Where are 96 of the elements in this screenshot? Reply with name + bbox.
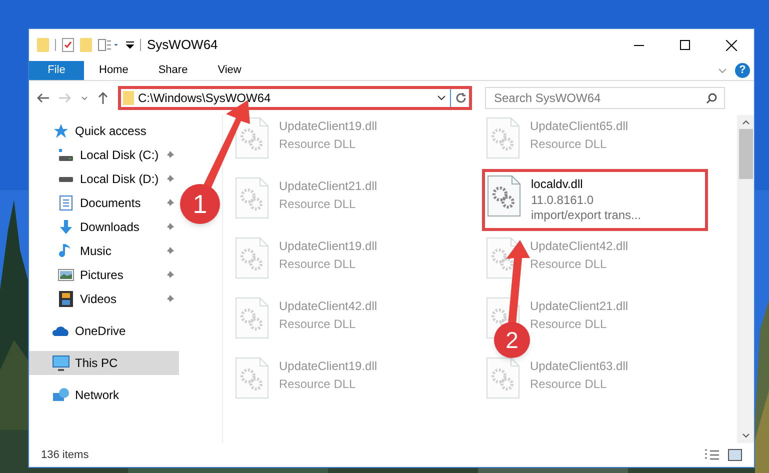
pin-icon — [165, 222, 175, 232]
sidebar-label: Pictures — [80, 267, 124, 284]
sidebar-label: Music — [80, 243, 112, 260]
dll-file-icon — [235, 237, 269, 279]
file-name: localdv.dll — [531, 176, 584, 193]
sidebar-label: Local Disk (D:) — [80, 171, 159, 188]
scrollbar[interactable] — [737, 115, 754, 443]
file-detail: Resource DLL — [279, 256, 357, 273]
details-view-icon[interactable] — [704, 449, 720, 461]
up-arrow-icon[interactable] — [98, 92, 108, 104]
sidebar-item[interactable]: Network — [29, 383, 179, 407]
file-name: UpdateClient19.dll — [279, 238, 378, 255]
file-detail: import/export trans... — [531, 208, 642, 223]
dll-file-icon — [486, 357, 520, 399]
close-icon[interactable] — [726, 40, 736, 50]
drive-icon — [59, 176, 73, 182]
pictures-icon — [58, 268, 74, 282]
pin-icon — [165, 150, 175, 160]
file-detail: Resource DLL — [279, 196, 357, 213]
large-icons-view-icon[interactable] — [728, 449, 742, 461]
dll-file-icon — [235, 357, 269, 399]
file-detail: Resource DLL — [530, 136, 608, 153]
item-count: 136 items — [41, 448, 89, 463]
sidebar-label: Downloads — [80, 219, 140, 236]
window-title: SysWOW64 — [147, 36, 218, 54]
network-icon — [52, 387, 70, 403]
address-path: C:\Windows\SysWOW64 — [138, 90, 271, 107]
file-name: UpdateClient63.dll — [530, 358, 628, 375]
cloud-icon — [52, 325, 70, 337]
sidebar-label: Local Disk (C:) — [80, 147, 159, 164]
view-icon[interactable] — [98, 39, 120, 51]
star-icon — [53, 123, 69, 139]
sidebar-item[interactable]: This PC — [29, 351, 179, 375]
file-detail: Resource DLL — [279, 136, 357, 153]
file-detail: 11.0.8161.0 — [531, 193, 595, 208]
chevron-down-icon[interactable] — [437, 95, 446, 101]
back-arrow-icon[interactable] — [37, 93, 49, 103]
file-detail: Resource DLL — [530, 256, 608, 273]
file-name: UpdateClient42.dll — [530, 238, 628, 255]
sidebar-item[interactable]: Downloads — [29, 215, 179, 239]
sidebar-label: Videos — [80, 291, 116, 308]
pin-icon — [165, 198, 175, 208]
drive-icon — [59, 149, 73, 161]
scrollbar-thumb[interactable] — [738, 129, 752, 179]
file-detail: Resource DLL — [530, 376, 608, 393]
file-name: UpdateClient65.dll — [530, 118, 628, 135]
film-icon — [59, 291, 73, 307]
chevron-up-icon[interactable] — [742, 119, 750, 125]
ribbon-tab[interactable]: Share — [143, 61, 203, 80]
properties-icon[interactable] — [62, 38, 74, 52]
dll-file-icon — [235, 177, 269, 219]
file-name: UpdateClient42.dll — [279, 298, 378, 315]
sidebar-item[interactable]: Quick access — [29, 119, 179, 143]
address-bar[interactable]: C:\Windows\SysWOW64 — [118, 86, 472, 110]
sidebar-label: OneDrive — [75, 323, 126, 340]
sidebar-label: Network — [75, 387, 120, 404]
customize-toolbar-icon[interactable] — [126, 41, 134, 49]
search-icon[interactable] — [706, 92, 717, 104]
pin-icon — [165, 246, 175, 256]
monitor-icon — [52, 355, 70, 371]
dll-file-icon — [487, 175, 521, 217]
refresh-icon[interactable] — [455, 92, 467, 104]
file-tile[interactable]: localdv.dll 11.0.8161.0 import/export trans... — [482, 169, 708, 231]
file-name: UpdateClient21.dll — [279, 178, 378, 195]
chevron-down-icon[interactable] — [742, 433, 750, 439]
file-detail: Resource DLL — [279, 376, 357, 393]
music-note-icon — [59, 243, 73, 259]
file-detail: Resource DLL — [279, 316, 357, 333]
sidebar-label: Quick access — [75, 123, 146, 140]
dll-file-icon — [235, 297, 269, 339]
ribbon-tab[interactable]: View — [202, 61, 256, 80]
file-name: UpdateClient21.dll — [530, 298, 628, 315]
help-button[interactable]: ? — [735, 63, 750, 78]
pin-icon — [165, 294, 175, 304]
download-icon — [58, 219, 74, 235]
sidebar-label: This PC — [75, 355, 118, 372]
folder-icon — [123, 91, 134, 105]
sidebar-item[interactable]: Documents — [29, 191, 179, 215]
dll-file-icon — [235, 117, 269, 159]
sidebar-label: Documents — [80, 195, 141, 212]
sidebar-item[interactable]: Music — [29, 239, 179, 263]
sidebar-item[interactable]: Pictures — [29, 263, 179, 287]
ribbon-tab[interactable]: Home — [84, 61, 144, 80]
file-detail: Resource DLL — [530, 316, 608, 333]
sidebar-item[interactable]: OneDrive — [29, 319, 179, 343]
pin-icon — [165, 270, 175, 280]
sidebar-item[interactable]: Local Disk (D:) — [29, 167, 179, 191]
dll-file-icon — [486, 117, 520, 159]
file-name: UpdateClient19.dll — [279, 118, 378, 135]
search-field[interactable]: Search SysWOW64 — [485, 87, 725, 109]
sidebar-item[interactable]: Videos — [29, 287, 179, 311]
pin-icon — [165, 174, 175, 184]
file-name: UpdateClient19.dll — [279, 358, 378, 375]
ribbon-tab[interactable]: File — [29, 61, 84, 80]
document-icon — [59, 195, 73, 211]
sidebar-item[interactable]: Local Disk (C:) — [29, 143, 179, 167]
